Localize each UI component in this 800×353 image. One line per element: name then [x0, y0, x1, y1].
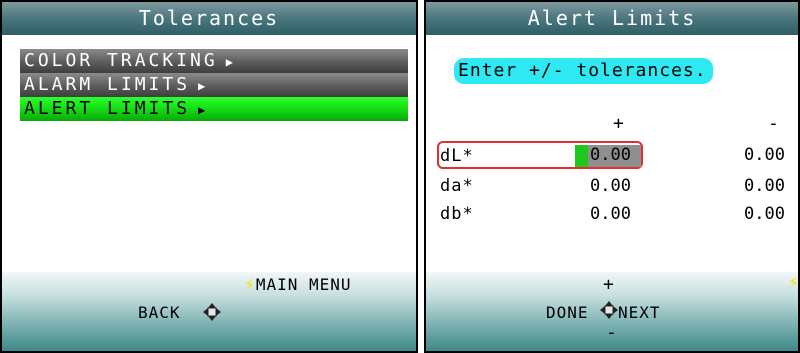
menu-item-alert-limits[interactable]: ALERT LIMITS ▶: [20, 97, 408, 121]
done-button[interactable]: DONE: [546, 303, 589, 322]
menu-item-alarm-limits[interactable]: ALARM LIMITS ▶: [20, 73, 408, 97]
tolerances-menu: COLOR TRACKING ▶ ALARM LIMITS ▶ ALERT LIMI…: [20, 49, 408, 121]
next-label: NEXT: [618, 303, 661, 322]
back-label: BACK: [138, 303, 181, 322]
db-plus-value[interactable]: 0.00: [590, 204, 631, 224]
main-menu-button[interactable]: ⚡MAIN MENU: [244, 274, 352, 295]
decrement-button[interactable]: -: [606, 322, 618, 343]
dpad-icon: [600, 301, 618, 319]
next-button[interactable]: NEXT: [618, 303, 661, 322]
alert-limits-screen: Alert Limits Enter +/- tolerances. + - d…: [424, 0, 800, 353]
main-menu-label: MAIN MENU: [255, 275, 352, 294]
back-button[interactable]: BACK: [138, 303, 181, 322]
dl-plus-value[interactable]: 0.00: [590, 145, 631, 165]
bolt-icon: ⚡: [788, 272, 800, 293]
increment-button[interactable]: +: [603, 274, 615, 295]
minus-column-header: -: [768, 113, 779, 134]
submenu-arrow-icon: ▶: [198, 79, 206, 93]
dpad-icon: [203, 303, 221, 321]
menu-item-label: ALARM LIMITS: [24, 74, 191, 95]
da-plus-value[interactable]: 0.00: [590, 176, 631, 196]
screen-title: Alert Limits: [426, 2, 798, 35]
screen-title: Tolerances: [2, 2, 416, 35]
bolt-icon: ⚡: [244, 274, 256, 295]
edit-cursor: [575, 145, 588, 167]
da-minus-value[interactable]: 0.00: [744, 176, 785, 196]
submenu-arrow-icon: ▶: [225, 55, 233, 69]
row-label: da*: [440, 176, 474, 196]
menu-item-label: COLOR TRACKING: [24, 50, 218, 71]
softkey-bar: + ⚡ DONE NEXT -: [426, 272, 800, 351]
db-minus-value[interactable]: 0.00: [744, 204, 785, 224]
instruction-label: Enter +/- tolerances.: [454, 58, 713, 84]
row-label: dL*: [440, 146, 474, 166]
dl-minus-value[interactable]: 0.00: [744, 145, 785, 165]
menu-item-color-tracking[interactable]: COLOR TRACKING ▶: [20, 49, 408, 73]
row-label: db*: [440, 204, 474, 224]
plus-column-header: +: [613, 113, 624, 134]
submenu-arrow-icon: ▶: [198, 103, 206, 117]
tolerances-screen: Tolerances COLOR TRACKING ▶ ALARM LIMITS ▶…: [0, 0, 418, 353]
menu-item-label: ALERT LIMITS: [24, 98, 191, 119]
softkey-bar: ⚡MAIN MENU BACK: [2, 272, 416, 351]
done-label: DONE: [546, 303, 589, 322]
